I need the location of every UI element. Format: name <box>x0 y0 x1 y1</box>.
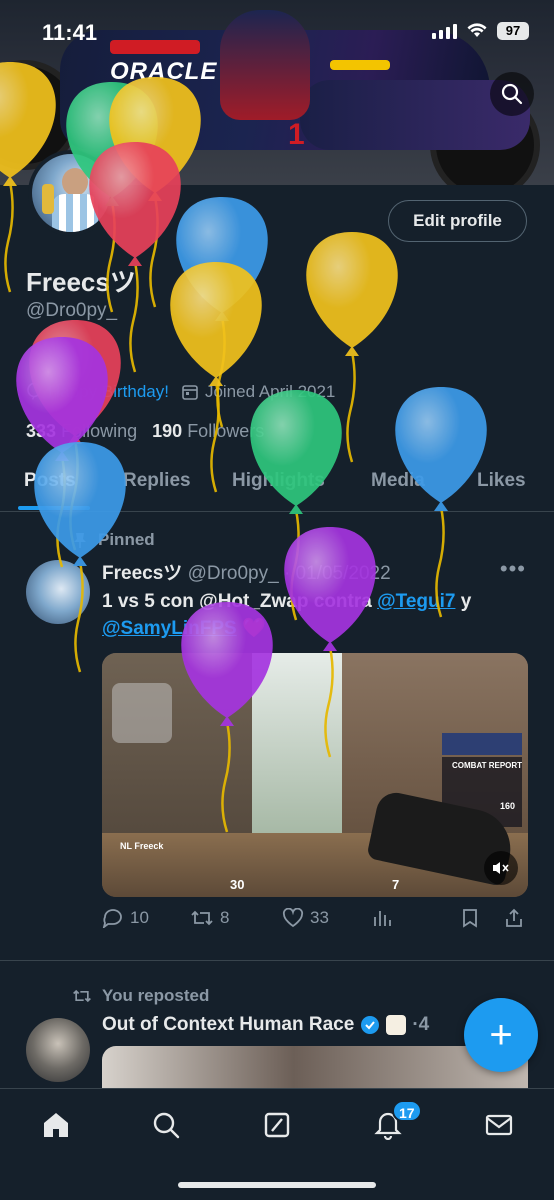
tab-replies[interactable]: Replies <box>123 470 191 492</box>
search-button[interactable] <box>490 72 534 116</box>
post-avatar[interactable] <box>26 560 90 624</box>
nav-grok[interactable] <box>259 1107 295 1143</box>
cellular-signal-icon <box>432 23 457 39</box>
search-icon <box>501 83 523 105</box>
repost-header: Out of Context Human Race ·4 <box>102 1014 429 1036</box>
hud-health: 30 <box>230 877 245 892</box>
grok-icon <box>264 1112 290 1138</box>
followers-count: 190 <box>152 421 183 441</box>
repost-label: You reposted <box>102 986 210 1005</box>
profile-tabs: Posts Replies Highlights Media Likes <box>0 462 554 512</box>
repost-icon <box>191 910 213 926</box>
repost-count: 8 <box>220 908 230 927</box>
post-text-part1: 1 vs 5 con @Hot_Zwap contra <box>102 591 378 612</box>
calendar-icon <box>182 385 198 400</box>
repost-button[interactable]: 8 <box>190 908 229 928</box>
birthday-text: Happy Birthday! <box>48 382 169 401</box>
pinned-label: Pinned <box>72 530 155 550</box>
post-date: · 01/05/2022 <box>283 563 391 584</box>
mail-icon <box>485 1114 513 1136</box>
tab-highlights[interactable]: Highlights <box>232 470 325 492</box>
post-header: Freecsツ @Dro0py_ · 01/05/2022 <box>102 558 391 585</box>
banner-driver-number: 1 <box>288 118 306 151</box>
wifi-icon <box>467 23 487 37</box>
mute-button[interactable] <box>484 851 518 885</box>
following-label: Following <box>61 421 138 441</box>
hud-score: 160 <box>500 801 516 811</box>
search-icon <box>153 1112 180 1139</box>
minimap <box>112 683 172 743</box>
edit-profile-button[interactable]: Edit profile <box>388 200 527 242</box>
reply-icon <box>102 909 122 928</box>
post-video[interactable]: COMBAT REPORT 160 NL Freeck 30 7 <box>102 653 528 897</box>
mention-link[interactable]: @SamyLinFPS <box>102 618 237 639</box>
post-handle: @Dro0py_ <box>187 563 279 584</box>
following-link[interactable]: 333 Following <box>26 421 137 441</box>
profile-avatar[interactable] <box>28 150 114 236</box>
speaker-muted-icon <box>493 862 509 874</box>
nav-messages[interactable] <box>481 1107 517 1143</box>
views-button[interactable] <box>372 908 392 928</box>
like-button[interactable]: 33 <box>282 908 329 928</box>
more-options-icon[interactable]: ••• <box>500 556 526 582</box>
tab-likes[interactable]: Likes <box>477 470 526 492</box>
plus-icon: + <box>489 1012 513 1057</box>
pinned-text: Pinned <box>98 530 155 549</box>
profile-screen: ORACLE 1 11:41 97 Edit profile Freecsツ @… <box>0 0 554 1200</box>
balloon <box>170 262 262 493</box>
share-button[interactable] <box>504 908 524 928</box>
combat-report-title: COMBAT REPORT <box>452 761 523 770</box>
tab-posts[interactable]: Posts <box>24 470 76 492</box>
repost-author[interactable]: Out of Context Human Race <box>102 1014 354 1036</box>
home-icon <box>44 1113 68 1137</box>
reply-count: 10 <box>130 908 149 927</box>
balloon-icon <box>27 383 41 400</box>
analytics-icon <box>374 911 391 926</box>
battery-indicator: 97 <box>497 22 529 40</box>
verified-badge-icon <box>361 1016 380 1034</box>
pin-icon <box>74 533 86 548</box>
follow-stats: 333 Following 190 Followers <box>26 421 264 442</box>
tab-media[interactable]: Media <box>371 470 425 492</box>
mention-link[interactable]: @Tegui7 <box>377 591 455 612</box>
hud-player-tag: NL Freeck <box>120 841 164 851</box>
followers-label: Followers <box>187 421 265 441</box>
active-tab-indicator <box>18 506 90 510</box>
followers-link[interactable]: 190 Followers <box>152 421 264 441</box>
profile-name: Freecsツ <box>26 267 136 297</box>
joined-date: Joined April 2021 <box>204 382 336 401</box>
post-divider <box>0 960 554 961</box>
post-actions: 10 8 33 <box>102 908 528 936</box>
repost-context: You reposted <box>72 986 209 1006</box>
hud-ammo: 7 <box>392 877 400 892</box>
balloon <box>306 232 398 463</box>
status-bar: 11:41 97 <box>0 0 554 60</box>
status-time: 11:41 <box>42 20 98 45</box>
post-text-part2: y <box>455 591 472 612</box>
profile-meta: Happy Birthday! Joined April 2021 <box>26 382 335 402</box>
post-text: 1 vs 5 con @Hot_Zwap contra @Tegui7 y @S… <box>102 588 522 642</box>
repost-avatar[interactable] <box>26 1018 90 1082</box>
affiliate-badge-icon <box>386 1015 407 1035</box>
compose-post-button[interactable]: + <box>464 998 538 1072</box>
nav-search[interactable] <box>148 1107 184 1143</box>
home-indicator <box>178 1182 376 1188</box>
nav-home[interactable] <box>38 1107 74 1143</box>
heart-emoji: ❤️ <box>241 618 266 639</box>
share-icon <box>506 908 522 927</box>
bookmark-icon <box>463 909 477 928</box>
repost-icon <box>73 989 91 1003</box>
repost-extra: ·4 <box>412 1014 430 1035</box>
profile-handle: @Dro0py_ <box>26 300 118 321</box>
reply-button[interactable]: 10 <box>102 908 149 928</box>
heart-icon <box>282 908 304 928</box>
like-count: 33 <box>310 908 329 927</box>
notifications-badge: 17 <box>392 1100 422 1122</box>
bookmark-button[interactable] <box>462 908 478 928</box>
banner-sponsor-text: ORACLE <box>110 58 218 85</box>
following-count: 333 <box>26 421 57 441</box>
post-author[interactable]: Freecsツ <box>102 563 182 584</box>
